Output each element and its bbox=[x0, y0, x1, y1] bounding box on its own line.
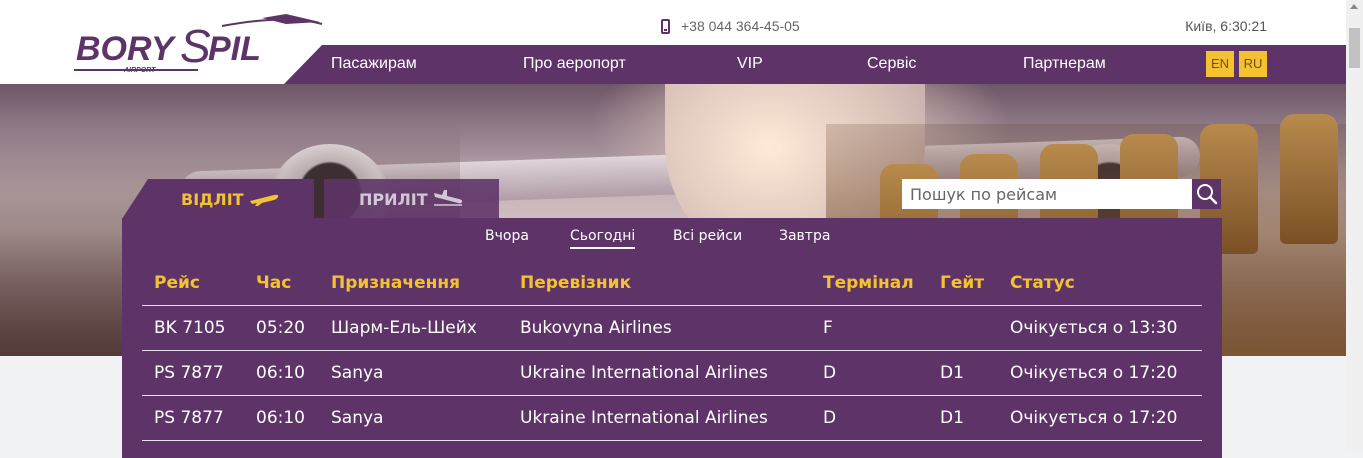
kyiv-clock: Київ, 6:30:21 bbox=[1185, 18, 1267, 34]
row-divider bbox=[142, 440, 1202, 441]
cell-flight[interactable]: PS 7877 bbox=[154, 408, 224, 428]
col-head-terminal: Термінал bbox=[823, 273, 914, 293]
row-divider bbox=[142, 350, 1202, 351]
cell-terminal: D bbox=[823, 363, 837, 383]
cell-time: 05:20 bbox=[256, 318, 305, 338]
day-tab-today[interactable]: Сьогодні bbox=[570, 228, 636, 249]
col-head-status: Статус bbox=[1010, 273, 1075, 293]
scrollbar-thumb[interactable] bbox=[1349, 28, 1360, 68]
col-head-time: Час bbox=[256, 273, 292, 293]
phone-icon bbox=[661, 19, 670, 34]
cell-time: 06:10 bbox=[256, 363, 305, 383]
flight-search-input[interactable] bbox=[902, 179, 1192, 209]
search-icon bbox=[1197, 184, 1218, 205]
boryspil-logo[interactable]: BORY S PIL AIRPORT bbox=[72, 12, 324, 78]
seat bbox=[1280, 114, 1338, 244]
cell-carrier: Bukovyna Airlines bbox=[520, 318, 672, 338]
svg-text:AIRPORT: AIRPORT bbox=[123, 67, 156, 74]
landing-plane-icon bbox=[434, 190, 463, 206]
day-tab-tomorrow[interactable]: Завтра bbox=[779, 228, 830, 244]
tab-arrivals[interactable]: ПРИЛІТ bbox=[324, 179, 499, 219]
row-divider bbox=[142, 305, 1202, 306]
nav-item-service[interactable]: Сервіс bbox=[867, 55, 916, 73]
nav-item-vip[interactable]: VIP bbox=[737, 55, 763, 73]
phone-number[interactable]: +38 044 364-45-05 bbox=[681, 18, 800, 34]
cell-destination: Sanya bbox=[331, 363, 384, 383]
cell-flight[interactable]: BK 7105 bbox=[154, 318, 225, 338]
nav-item-partners[interactable]: Партнерам bbox=[1023, 55, 1106, 73]
cell-flight[interactable]: PS 7877 bbox=[154, 363, 224, 383]
tab-departures[interactable]: ВІДЛІТ bbox=[122, 179, 314, 219]
col-head-destination: Призначення bbox=[331, 273, 461, 293]
main-nav bbox=[284, 45, 1346, 84]
svg-text:BORY: BORY bbox=[76, 30, 177, 68]
day-tab-all[interactable]: Всі рейси bbox=[673, 228, 742, 244]
nav-item-about[interactable]: Про аеропорт bbox=[523, 55, 626, 73]
cell-status: Очікується о 13:30 bbox=[1010, 318, 1178, 338]
col-head-gate: Гейт bbox=[940, 273, 985, 293]
cell-time: 06:10 bbox=[256, 408, 305, 428]
cell-destination: Sanya bbox=[331, 408, 384, 428]
lang-en-button[interactable]: EN bbox=[1206, 51, 1234, 77]
cell-terminal: F bbox=[823, 318, 833, 338]
svg-text:PIL: PIL bbox=[208, 30, 261, 68]
svg-text:S: S bbox=[180, 20, 211, 72]
cell-carrier: Ukraine International Airlines bbox=[520, 408, 768, 428]
row-divider bbox=[142, 395, 1202, 396]
search-button[interactable] bbox=[1192, 179, 1221, 209]
lang-ru-button[interactable]: RU bbox=[1239, 51, 1267, 77]
col-head-carrier: Перевізник bbox=[520, 273, 632, 293]
cell-carrier: Ukraine International Airlines bbox=[520, 363, 768, 383]
col-head-flight: Рейс bbox=[154, 273, 200, 293]
cell-terminal: D bbox=[823, 408, 837, 428]
takeoff-plane-icon bbox=[250, 194, 279, 206]
cell-gate: D1 bbox=[940, 408, 964, 428]
cell-status: Очікується о 17:20 bbox=[1010, 363, 1178, 383]
cell-status: Очікується о 17:20 bbox=[1010, 408, 1178, 428]
cell-destination: Шарм-Ель-Шейх bbox=[331, 318, 477, 338]
nav-item-passengers[interactable]: Пасажирам bbox=[331, 55, 417, 73]
tab-departures-label: ВІДЛІТ bbox=[181, 190, 244, 209]
tab-arrivals-label: ПРИЛІТ bbox=[359, 190, 428, 209]
scroll-up-arrow-icon[interactable] bbox=[1350, 4, 1358, 9]
day-tab-yesterday[interactable]: Вчора bbox=[485, 228, 529, 244]
cell-gate: D1 bbox=[940, 363, 964, 383]
